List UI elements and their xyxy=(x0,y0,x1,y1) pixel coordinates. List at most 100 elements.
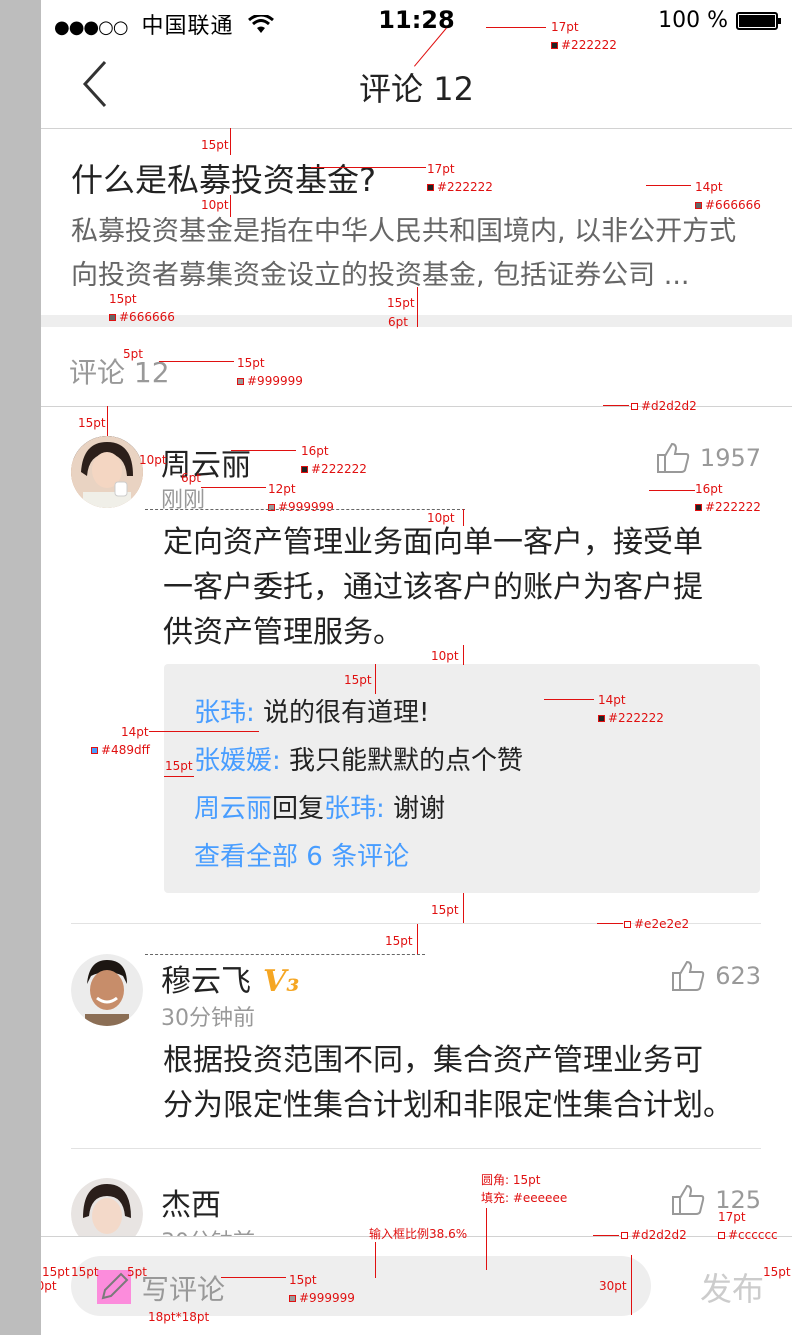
annotation-color-text: #222222 xyxy=(437,180,493,194)
annotation-color-text: #999999 xyxy=(299,1291,355,1305)
annotation-label: 15pt xyxy=(71,1265,99,1279)
annotation-line xyxy=(603,405,629,406)
comment-input[interactable]: 写评论 xyxy=(71,1256,651,1316)
reply-item[interactable]: 张玮: 说的很有道理! xyxy=(194,692,429,729)
annotation-label: 15pt xyxy=(42,1265,70,1279)
annotation-color: #e2e2e2 xyxy=(624,917,689,931)
color-swatch xyxy=(91,747,98,754)
annotation-label: 6pt xyxy=(181,471,201,485)
comment-item: 穆云飞 V₃ 30分钟前 623 根据投资范围不同，集合资产管理业务可 分为限定性… xyxy=(71,954,761,1144)
like-count: 623 xyxy=(715,962,761,990)
annotation-line xyxy=(593,1235,619,1236)
reply-item[interactable]: 周云丽回复张玮: 谢谢 xyxy=(194,788,445,825)
annotation-color-text: #cccccc xyxy=(728,1228,778,1242)
comment-text-line: 一客户委托，通过该客户的账户为客户提 xyxy=(163,570,703,605)
color-swatch xyxy=(289,1295,296,1302)
annotation-line xyxy=(463,509,464,526)
comment-text-line: 定向资产管理业务面向单一客户，接受单 xyxy=(163,525,703,560)
color-swatch xyxy=(621,1232,628,1239)
annotation-label: 10pt xyxy=(139,453,167,467)
comment-time: 30分钟前 xyxy=(161,1006,255,1031)
annotation-line xyxy=(463,645,464,665)
annotation-color: #666666 xyxy=(695,198,761,212)
annotation-line xyxy=(417,287,418,327)
annotation-color: #222222 xyxy=(551,38,617,52)
annotation-line xyxy=(201,487,266,488)
annotation-color-text: #666666 xyxy=(705,198,761,212)
annotation-label: 圆角: 15pt xyxy=(481,1173,541,1187)
vip-badge-icon: V₃ xyxy=(263,964,300,999)
annotation-color-text: #d2d2d2 xyxy=(631,1228,687,1242)
phone-screen: ●●●○○ 中国联通 11:28 100 % 评论 12 什么是私募投资基金? … xyxy=(41,0,792,1335)
comment-text: 根据投资范围不同，集合资产管理业务可 分为限定性集合计划和非限定性集合计划。 xyxy=(163,1038,783,1128)
thumbs-up-icon xyxy=(656,442,690,473)
annotation-color-text: #222222 xyxy=(608,711,664,725)
article-title[interactable]: 什么是私募投资基金? xyxy=(71,155,376,201)
annotation-color-text: #222222 xyxy=(561,38,617,52)
annotation-line xyxy=(375,1242,376,1278)
color-swatch xyxy=(109,314,116,321)
commenter-name[interactable]: 杰西 xyxy=(161,1180,221,1224)
reply-author[interactable]: 张玮: xyxy=(194,698,255,728)
annotation-line xyxy=(417,924,418,954)
annotation-line xyxy=(631,1255,632,1315)
annotation-line xyxy=(486,27,546,28)
like-button[interactable]: 623 xyxy=(671,960,761,992)
reply-target[interactable]: 张玮: xyxy=(324,794,385,824)
annotation-color-text: #e2e2e2 xyxy=(634,917,690,931)
annotation-line xyxy=(230,195,231,217)
annotation-label: 15pt xyxy=(431,903,459,917)
reply-box: 张玮: 说的很有道理! 张媛媛: 我只能默默的点个赞 周云丽回复张玮: 谢谢 查… xyxy=(164,664,760,893)
annotation-line xyxy=(311,167,426,168)
battery-status: 100 % xyxy=(658,8,781,33)
annotation-label: 15pt xyxy=(78,416,106,430)
comment-text: 定向资产管理业务面向单一客户，接受单 一客户委托，通过该客户的账户为客户提 供资… xyxy=(163,520,763,655)
reply-author[interactable]: 张媛媛: xyxy=(194,746,281,776)
reply-mid: 回复 xyxy=(272,794,325,824)
commenter-name[interactable]: 穆云飞 V₃ xyxy=(161,956,299,1000)
reply-item[interactable]: 张媛媛: 我只能默默的点个赞 xyxy=(194,740,523,777)
annotation-label: 15pt xyxy=(109,292,137,306)
annotation-label: 10pt xyxy=(427,511,455,525)
annotation-label: 30pt xyxy=(599,1279,627,1293)
annotation-label: 16pt xyxy=(301,444,329,458)
avatar[interactable] xyxy=(71,954,143,1026)
annotation-color-text: #999999 xyxy=(278,500,334,514)
annotation-label: 15pt xyxy=(165,759,193,773)
annotation-color: #999999 xyxy=(237,374,303,388)
article-description[interactable]: 私募投资基金是指在中华人民共和国境内, 以非公开方式 向投资者募集资金设立的投资… xyxy=(71,210,771,298)
reply-author[interactable]: 周云丽 xyxy=(194,794,272,824)
like-button[interactable]: 1957 xyxy=(656,442,761,474)
annotation-line xyxy=(230,128,231,155)
annotation-label: 14pt xyxy=(695,180,723,194)
annotation-label: 6pt xyxy=(388,315,408,329)
color-swatch xyxy=(695,504,702,511)
annotation-label: 15pt xyxy=(385,934,413,948)
annotation-label: 17pt xyxy=(427,162,455,176)
commenter-name-text: 穆云飞 xyxy=(161,964,251,999)
battery-percent: 100 % xyxy=(658,8,728,33)
thumbs-up-icon xyxy=(672,960,705,991)
annotation-line xyxy=(159,361,234,362)
view-all-replies-link[interactable]: 查看全部 6 条评论 xyxy=(194,836,409,873)
annotation-label: 17pt xyxy=(718,1210,746,1224)
annotation-label: 15pt xyxy=(201,138,229,152)
publish-button[interactable]: 发布 xyxy=(700,1264,764,1310)
annotation-label: 5pt xyxy=(127,1265,147,1279)
color-swatch xyxy=(624,921,631,928)
annotation-label: 14pt xyxy=(121,725,149,739)
avatar[interactable] xyxy=(71,436,143,508)
thumbs-up-icon xyxy=(672,1184,705,1215)
reply-text: 说的很有道理! xyxy=(263,698,430,728)
comment-input-placeholder: 写评论 xyxy=(141,1273,226,1306)
annotation-label: 15pt xyxy=(344,673,372,687)
annotation-line xyxy=(375,664,376,694)
annotation-color: #666666 xyxy=(109,310,175,324)
like-count: 1957 xyxy=(699,444,761,472)
avatar-face-icon xyxy=(71,954,143,1026)
commenter-name[interactable]: 周云丽 xyxy=(161,440,251,484)
like-button[interactable]: 125 xyxy=(671,1184,761,1216)
annotation-line xyxy=(107,406,108,436)
annotation-color-text: #222222 xyxy=(311,462,367,476)
annotation-color: #222222 xyxy=(598,711,664,725)
